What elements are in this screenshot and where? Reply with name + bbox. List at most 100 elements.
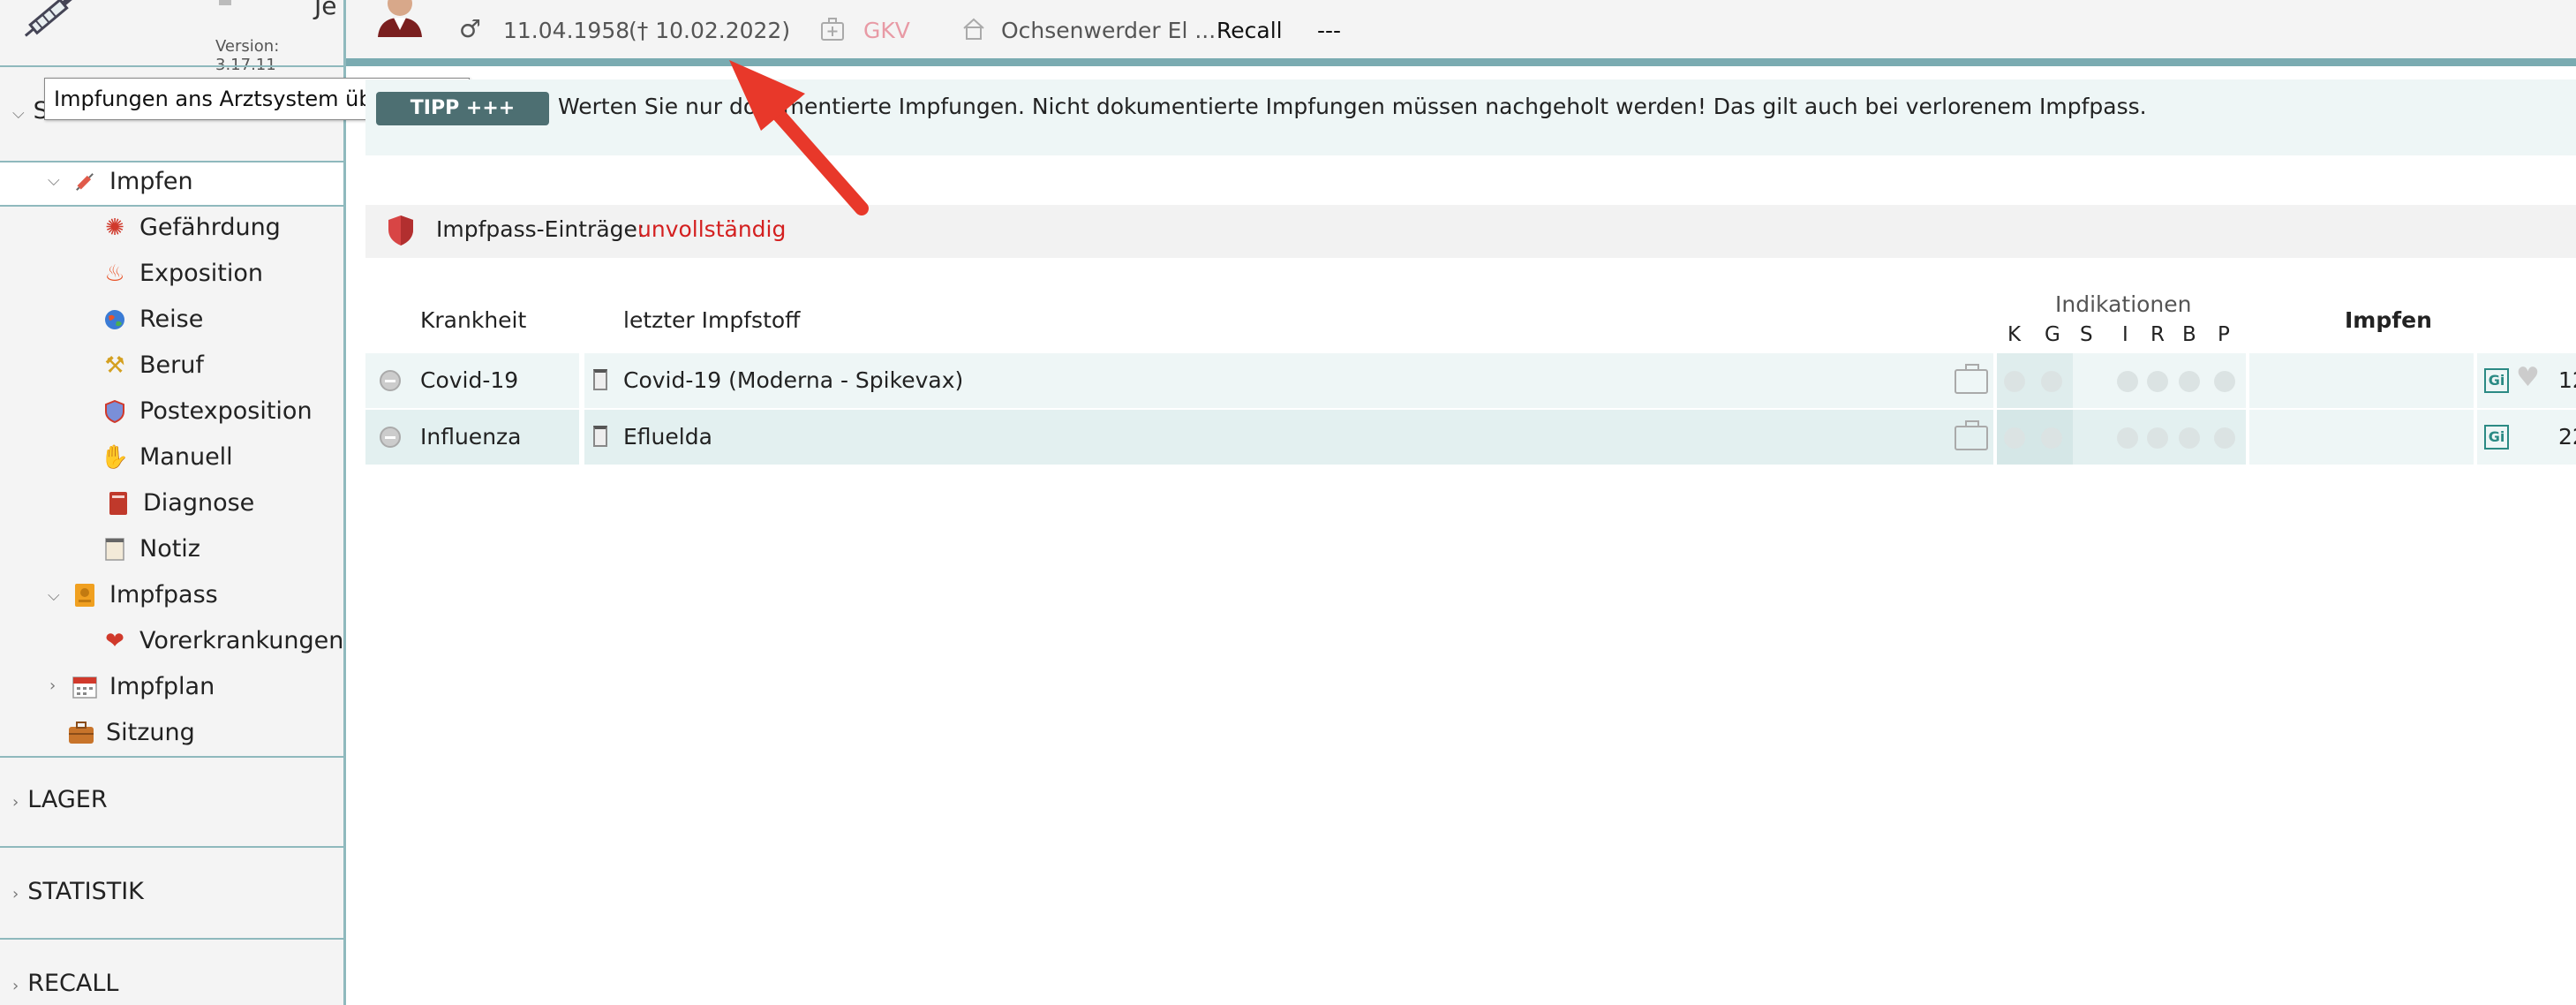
sidebar-section-lager[interactable]: › LAGER	[12, 786, 108, 813]
chevron-down-icon: ⌵	[12, 104, 25, 123]
sidebar-section-s[interactable]: ⌵ S	[12, 97, 49, 125]
indication-r-icon[interactable]	[2147, 371, 2168, 392]
remove-icon[interactable]	[380, 427, 401, 448]
document-icon[interactable]	[593, 426, 607, 447]
indication-letter-k: K	[2007, 323, 2022, 346]
column-header-krankheit[interactable]: Krankheit	[420, 307, 526, 333]
remove-icon[interactable]	[380, 370, 401, 391]
briefcase-icon	[67, 719, 95, 747]
column-header-impfstoff[interactable]: letzter Impfstoff	[623, 307, 800, 333]
briefcase-icon[interactable]	[1955, 420, 1988, 450]
impfpass-label: Impfpass-Einträge:	[436, 216, 645, 242]
indication-p-icon[interactable]	[2214, 427, 2235, 449]
indication-k-icon[interactable]	[2004, 427, 2025, 449]
tipp-badge: TIPP +++	[376, 92, 549, 125]
sidebar-section-statistik[interactable]: › STATISTIK	[12, 878, 144, 905]
gender-icon: ♂	[459, 14, 482, 43]
book-icon	[104, 489, 132, 518]
sidebar-item-notiz[interactable]: Notiz	[101, 526, 200, 572]
sidebar-section-recall[interactable]: › RECALL	[12, 970, 118, 997]
cell-edge-value: 12	[2558, 367, 2576, 393]
sidebar-item-diagnose[interactable]: Diagnose	[104, 480, 254, 526]
indication-letter-g: G	[2045, 323, 2060, 346]
globe-icon	[101, 306, 129, 334]
sidebar-item-sitzung[interactable]: Sitzung	[67, 710, 195, 756]
indication-letter-p: P	[2218, 323, 2230, 346]
tools-icon: ⚒	[104, 352, 125, 379]
app-version: Version: 3.17.11	[215, 37, 280, 74]
header-accent-stripe	[346, 58, 2576, 66]
heart-icon: ❤	[105, 628, 124, 654]
row-cell-bg	[2249, 353, 2474, 408]
syringe-icon	[71, 168, 99, 196]
logo-square	[219, 0, 231, 5]
impfpass-status[interactable]: unvollständig	[637, 216, 786, 242]
cell-krankheit: Influenza	[420, 424, 522, 450]
indication-i-icon[interactable]	[2117, 427, 2138, 449]
indication-b-icon[interactable]	[2179, 371, 2200, 392]
indication-k-icon[interactable]	[2004, 371, 2025, 392]
sidebar-item-postexposition[interactable]: Postexposition	[101, 389, 313, 434]
gi-icon[interactable]: Gi	[2484, 425, 2509, 450]
heart-icon[interactable]: ♥	[2516, 362, 2540, 393]
cell-impfstoff[interactable]: Efluelda	[623, 424, 712, 450]
chevron-right-icon: ›	[12, 977, 19, 995]
chevron-down-icon[interactable]: ⌵	[48, 586, 60, 605]
app-name-fragment: Je	[314, 0, 337, 20]
sidebar-item-gefaehrdung[interactable]: ✺ Gefährdung	[101, 205, 281, 251]
indication-g-icon[interactable]	[2041, 427, 2062, 449]
indication-letter-s: S	[2080, 323, 2093, 346]
sidebar-divider	[0, 65, 346, 67]
briefcase-icon[interactable]	[1955, 364, 1988, 394]
sidebar-item-exposition[interactable]: ♨ Exposition	[101, 251, 263, 297]
row-cell-bg	[2249, 410, 2474, 465]
gi-icon[interactable]: Gi	[2484, 368, 2509, 393]
cell-edge-value: 22	[2558, 424, 2576, 450]
sidebar-item-impfen[interactable]: Impfen	[71, 159, 193, 205]
birth-date: 11.04.1958	[503, 18, 630, 43]
syringe-logo-icon	[24, 0, 75, 37]
recall-value: ---	[1317, 18, 1342, 43]
column-header-indikationen: Indikationen	[2055, 291, 2192, 317]
shield-icon	[101, 397, 129, 426]
indication-letter-b: B	[2182, 323, 2196, 346]
home-icon	[963, 18, 984, 40]
note-icon	[101, 535, 129, 563]
passport-icon	[71, 581, 99, 609]
shield-icon	[388, 215, 413, 246]
indication-b-icon[interactable]	[2179, 427, 2200, 449]
chevron-right-icon: ›	[12, 885, 19, 903]
death-date: († 10.02.2022)	[629, 18, 791, 43]
sidebar-item-beruf[interactable]: ⚒ Beruf	[101, 343, 204, 389]
sidebar-item-manuell[interactable]: ✋ Manuell	[101, 434, 233, 480]
indication-letter-r: R	[2150, 323, 2165, 346]
patient-avatar	[367, 0, 433, 37]
indication-letter-i: I	[2122, 323, 2128, 346]
indication-p-icon[interactable]	[2214, 371, 2235, 392]
insurance-icon	[821, 18, 844, 41]
tipp-text: Werten Sie nur dokumentierte Impfungen. …	[558, 94, 2147, 119]
sidebar-item-impfpass[interactable]: Impfpass	[71, 572, 218, 618]
sidebar-item-impfplan[interactable]: Impfplan	[71, 664, 215, 710]
indication-r-icon[interactable]	[2147, 427, 2168, 449]
column-header-impfen: Impfen	[2345, 307, 2432, 333]
chevron-down-icon[interactable]: ⌵	[48, 171, 60, 190]
row-cell-bg	[584, 410, 1993, 465]
sidebar-divider	[0, 938, 346, 940]
calendar-icon	[71, 673, 99, 701]
indication-i-icon[interactable]	[2117, 371, 2138, 392]
patient-address: Ochsenwerder El ...	[1001, 18, 1216, 43]
insurance-type: GKV	[863, 18, 910, 43]
sidebar-divider	[0, 846, 346, 848]
sidebar-item-reise[interactable]: Reise	[101, 297, 203, 343]
sidebar-divider	[0, 756, 346, 758]
chevron-right-icon[interactable]: ›	[49, 676, 56, 695]
cell-krankheit: Covid-19	[420, 367, 519, 393]
indication-g-icon[interactable]	[2041, 371, 2062, 392]
document-icon[interactable]	[593, 369, 607, 390]
virus-icon: ✺	[105, 215, 124, 241]
sidebar-item-vorerkrankungen[interactable]: ❤ Vorerkrankungen	[101, 618, 343, 664]
cell-impfstoff[interactable]: Covid-19 (Moderna - Spikevax)	[623, 367, 963, 393]
hand-icon: ✋	[100, 444, 130, 471]
flame-icon: ♨	[104, 261, 125, 287]
